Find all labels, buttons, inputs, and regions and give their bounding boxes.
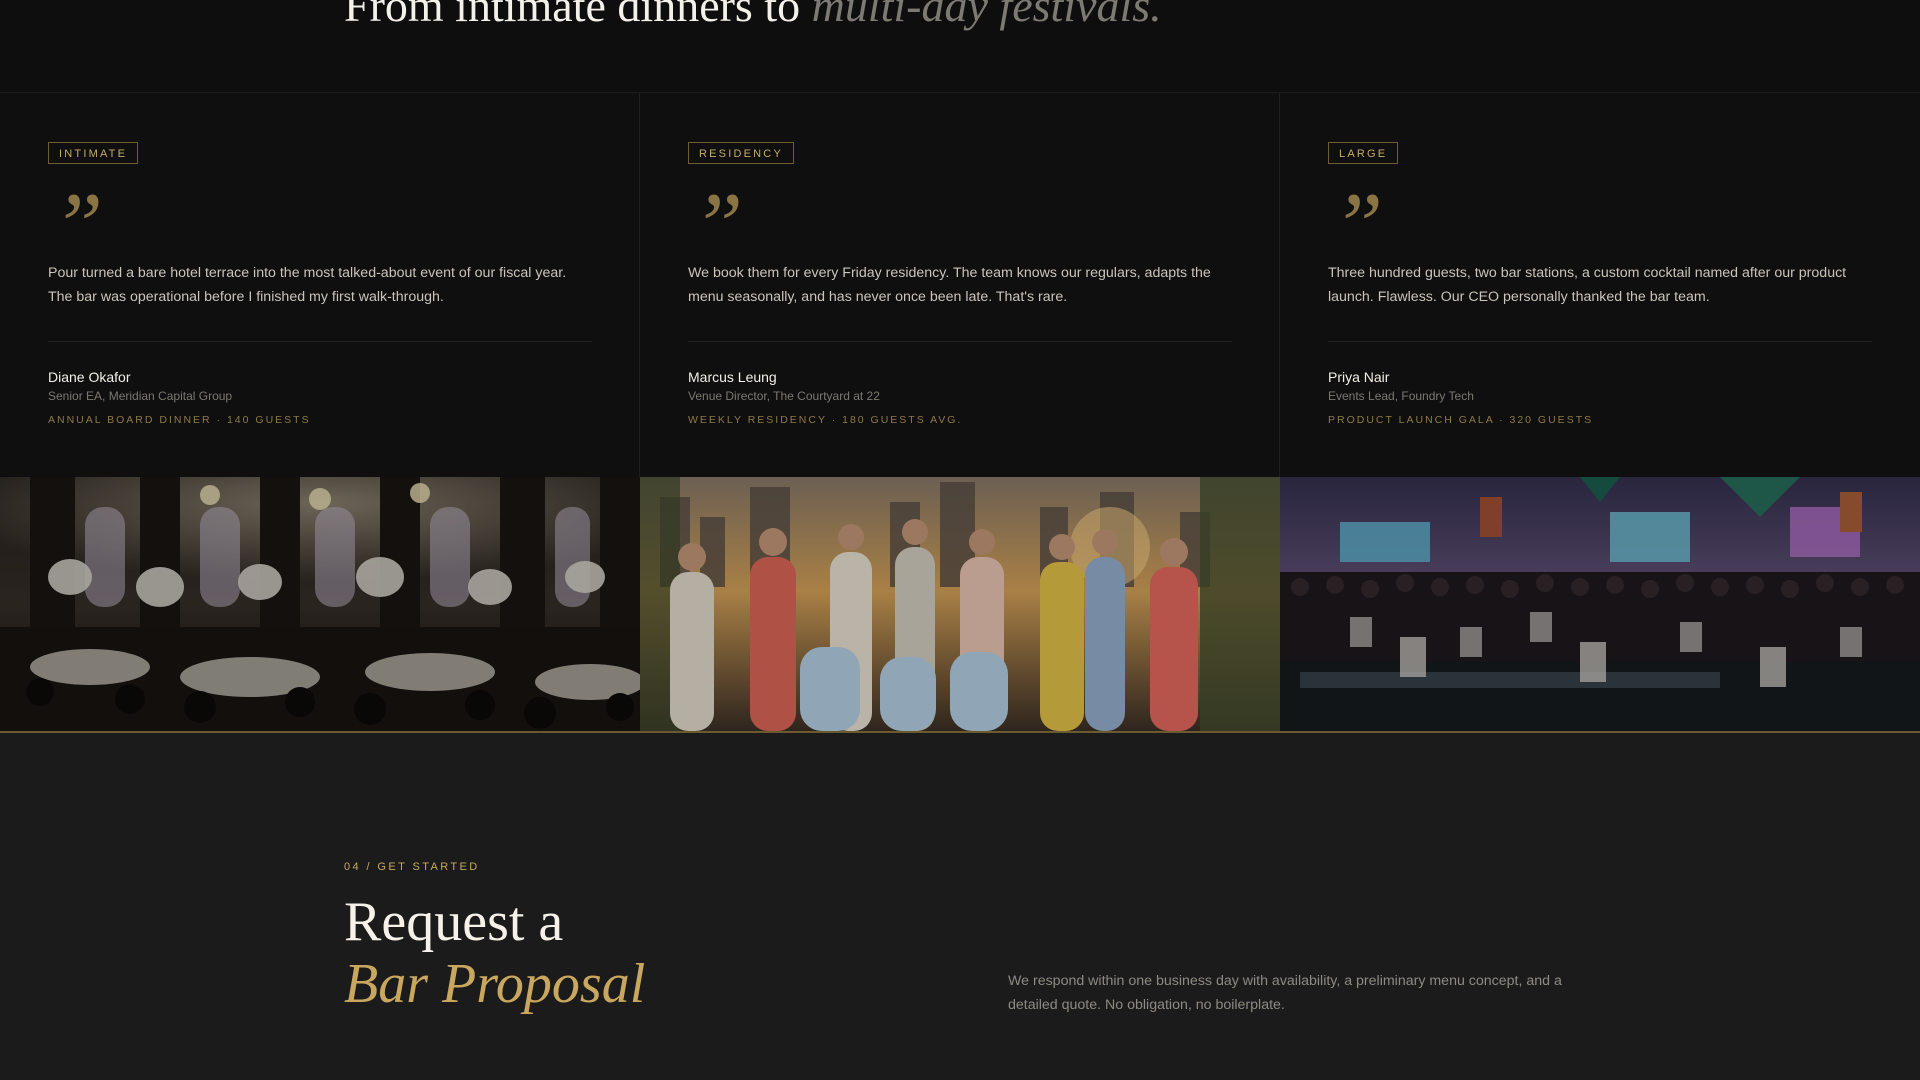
testimonial-card: INTIMATE ” Pour turned a bare hotel terr… [0, 93, 640, 477]
quote-mark-icon: ” [692, 174, 744, 276]
heading-text: From intimate dinners to [344, 0, 812, 31]
testimonial-card: LARGE ” Three hundred guests, two bar st… [1280, 93, 1920, 477]
heading-accent: multi-day festivals. [811, 0, 1162, 31]
cta-heading: Request a Bar Proposal [344, 891, 645, 1015]
event-size-tag: RESIDENCY [688, 142, 794, 164]
event-meta: ANNUAL BOARD DINNER · 140 GUESTS [48, 414, 311, 426]
event-photo-gallery [0, 477, 1920, 733]
quote-mark-icon: ” [52, 174, 104, 276]
festival-crowd-photo [1280, 477, 1920, 731]
testimonial-quote: Three hundred guests, two bar stations, … [1328, 265, 1847, 305]
section-eyebrow: 04 / GET STARTED [344, 861, 480, 873]
rooftop-party-photo [640, 477, 1280, 731]
proposal-cta-section: 04 / GET STARTED Request a Bar Proposal W… [0, 733, 1920, 1080]
event-meta: WEEKLY RESIDENCY · 180 GUESTS AVG. [688, 414, 963, 426]
card-divider [48, 341, 592, 342]
testimonials-grid: INTIMATE ” Pour turned a bare hotel terr… [0, 93, 1920, 477]
author-name: Diane Okafor [48, 369, 131, 385]
ballroom-dinner-photo [0, 477, 640, 731]
card-divider [688, 341, 1232, 342]
author-name: Priya Nair [1328, 369, 1390, 385]
author-role: Venue Director, The Courtyard at 22 [688, 389, 880, 403]
event-meta: PRODUCT LAUNCH GALA · 320 GUESTS [1328, 414, 1594, 426]
testimonial-quote: We book them for every Friday residency.… [688, 265, 1211, 305]
event-size-tag: LARGE [1328, 142, 1399, 164]
cta-description: We respond within one business day with … [1008, 973, 1562, 1013]
cta-heading-accent: Bar Proposal [344, 953, 646, 1015]
testimonial-quote: Pour turned a bare hotel terrace into th… [48, 265, 567, 305]
event-size-tag: INTIMATE [48, 142, 139, 164]
author-role: Events Lead, Foundry Tech [1328, 389, 1474, 403]
author-name: Marcus Leung [688, 369, 777, 385]
card-divider [1328, 341, 1872, 342]
testimonial-card: RESIDENCY ” We book them for every Frida… [640, 93, 1280, 477]
cta-heading-line1: Request a [344, 891, 564, 953]
author-role: Senior EA, Meridian Capital Group [48, 389, 233, 403]
section-heading: From intimate dinners to multi-day festi… [344, 0, 1162, 34]
quote-mark-icon: ” [1332, 174, 1384, 276]
